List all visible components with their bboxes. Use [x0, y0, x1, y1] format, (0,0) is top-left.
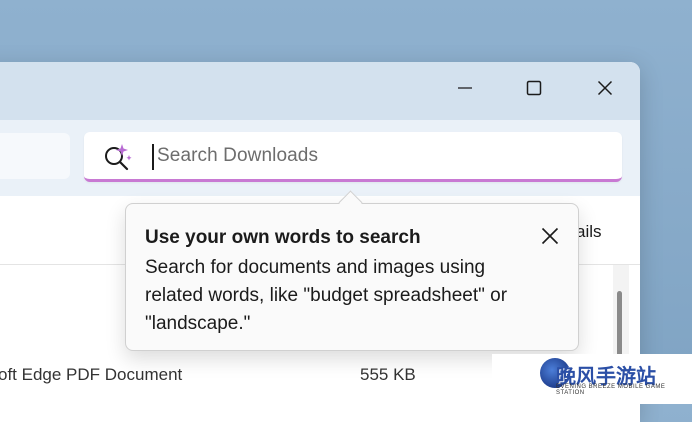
- close-icon: [541, 227, 559, 245]
- close-icon: [597, 80, 613, 96]
- scrollbar-thumb[interactable]: [617, 291, 622, 361]
- ai-search-icon: [105, 144, 132, 171]
- address-bar[interactable]: [0, 133, 70, 179]
- details-button[interactable]: ails: [576, 222, 602, 242]
- search-tip-popup: Use your own words to search Search for …: [125, 203, 579, 351]
- minimize-icon: [458, 87, 472, 89]
- maximize-button[interactable]: [511, 70, 557, 106]
- minimize-button[interactable]: [442, 70, 488, 106]
- file-type: oft Edge PDF Document: [0, 365, 183, 384]
- tooltip-body: Search for documents and images using re…: [145, 257, 508, 334]
- tooltip-title: Use your own words to search: [145, 227, 421, 248]
- file-size: 555 KB: [360, 365, 416, 384]
- title-bar: [0, 62, 640, 120]
- search-input[interactable]: Search Downloads: [157, 145, 318, 167]
- watermark: 晚风手游站 EVENING BREEZE MOBILE GAME STATION: [492, 354, 692, 404]
- maximize-icon: [526, 80, 542, 96]
- close-window-button[interactable]: [582, 70, 628, 106]
- text-caret: [152, 144, 154, 170]
- watermark-subtext: EVENING BREEZE MOBILE GAME STATION: [556, 384, 666, 396]
- address-row: Search Downloads: [0, 120, 640, 197]
- tooltip-close-button[interactable]: [536, 222, 564, 250]
- search-box[interactable]: Search Downloads: [84, 132, 622, 182]
